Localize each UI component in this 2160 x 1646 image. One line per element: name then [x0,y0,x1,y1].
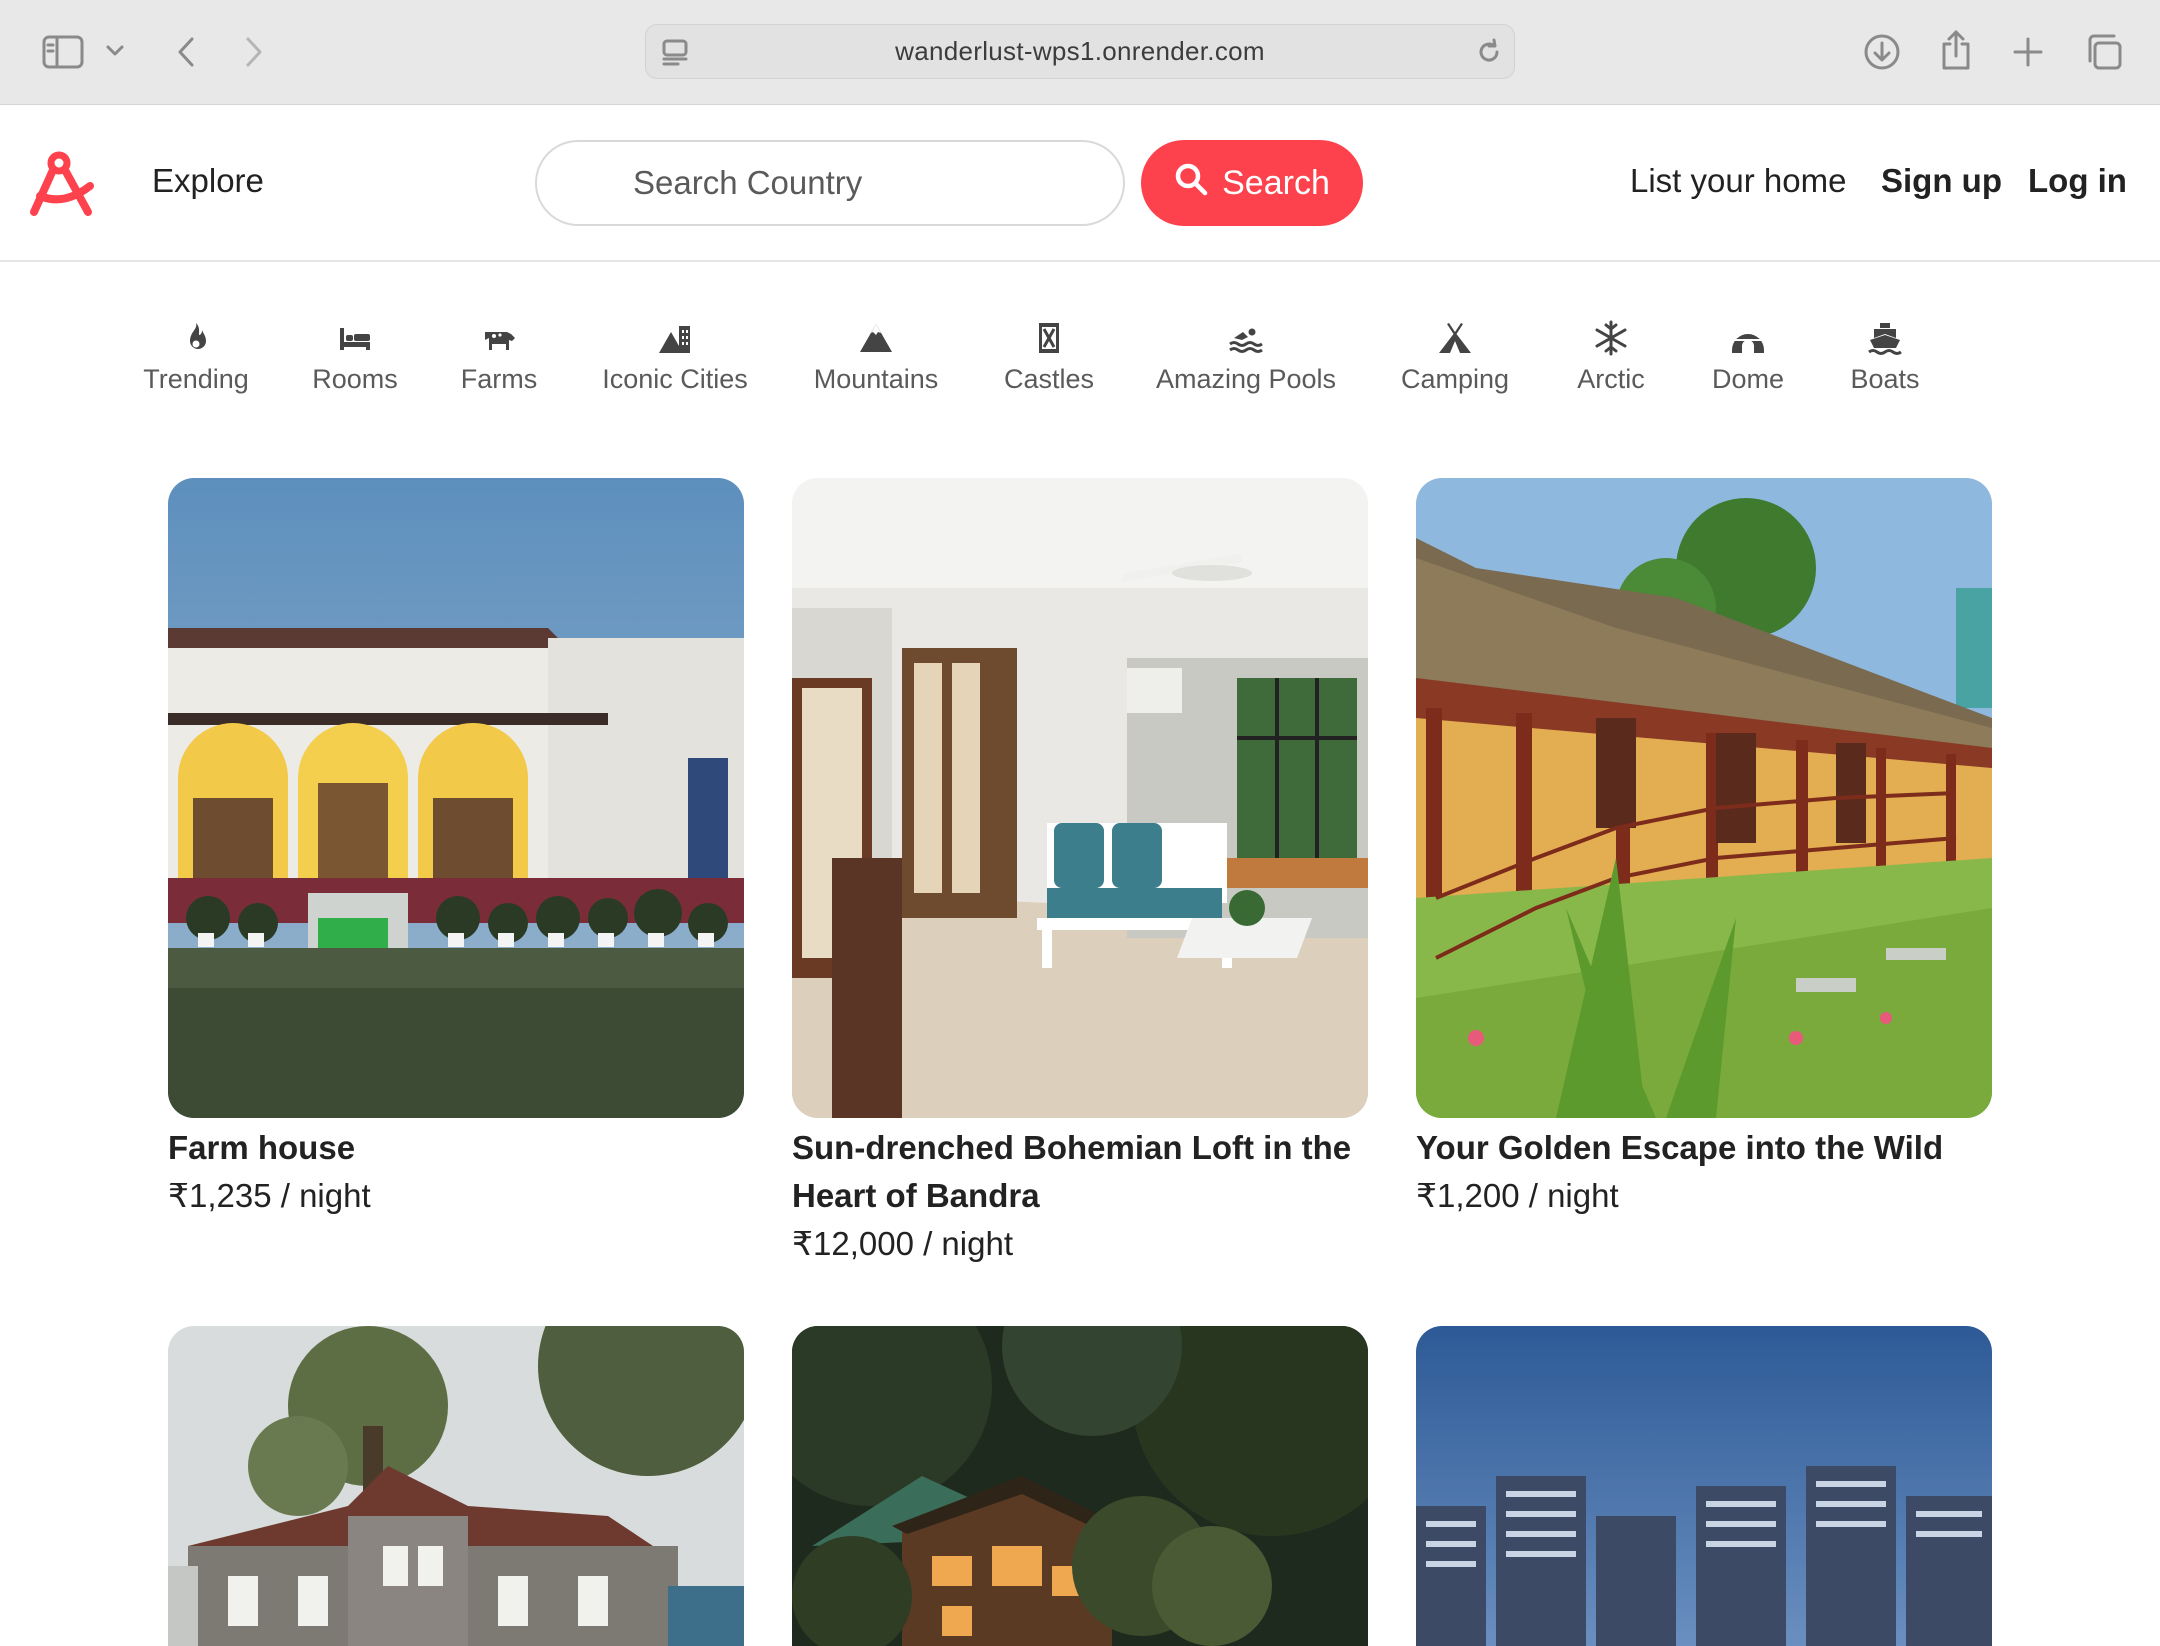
back-arrow-icon[interactable] [166,30,206,74]
listing-price: ₹12,000 / night [792,1225,1013,1262]
tent-icon [1437,320,1473,356]
bed-icon [337,320,373,356]
browser-toolbar: wanderlust-wps1.onrender.com [0,0,2160,105]
url-text[interactable]: wanderlust-wps1.onrender.com [895,36,1265,67]
listing-card[interactable]: Farm house ₹1,235 / night [168,478,744,1220]
cow-icon [481,320,517,356]
sidebar-toggle-icon[interactable] [38,30,88,74]
swimmer-icon [1228,320,1264,356]
filter-label: Castles [1003,364,1095,394]
city-icon [657,320,693,356]
castle-icon [1031,320,1067,356]
listing-price: ₹1,235 / night [168,1177,371,1214]
search-button[interactable]: Search [1141,140,1363,226]
filter-label: Camping [1400,364,1510,394]
listing-title[interactable]: Sun-drenched Bohemian Loft in the Heart … [792,1124,1368,1220]
sign-up-link[interactable]: Sign up [1881,162,2002,200]
listing-image-bohemian-loft[interactable] [792,478,1368,1118]
listing-image-apartment-towers[interactable] [1416,1326,1992,1646]
listing-price: ₹1,200 / night [1416,1177,1619,1214]
listing-image-farmhouse[interactable] [168,478,744,1118]
mountain-icon [858,320,894,356]
ship-icon [1867,320,1903,356]
listing-image-golden-escape[interactable] [1416,478,1992,1118]
igloo-icon [1730,320,1766,356]
filter-amazing-pools[interactable]: Amazing Pools [1136,320,1356,395]
listing-card[interactable] [792,1326,1368,1646]
chevron-down-icon[interactable] [100,36,130,66]
listing-card[interactable]: Sun-drenched Bohemian Loft in the Heart … [792,478,1368,1268]
forward-arrow-icon[interactable] [234,30,274,74]
filter-label: Amazing Pools [1155,364,1337,394]
filter-label: Arctic [1577,364,1645,394]
filter-label: Rooms [312,364,398,394]
filter-label: Mountains [813,364,939,394]
fire-icon [178,320,214,356]
log-in-link[interactable]: Log in [2028,162,2127,200]
list-your-home-link[interactable]: List your home [1630,162,1846,200]
listing-card[interactable] [168,1326,744,1646]
search-country-input[interactable] [535,140,1125,226]
explore-link[interactable]: Explore [152,162,264,200]
filter-label: Farms [460,364,538,394]
filter-castles[interactable]: Castles [939,320,1159,395]
search-button-label: Search [1222,163,1330,202]
compass-logo-icon[interactable] [28,146,102,220]
reload-icon[interactable] [1474,37,1504,72]
share-icon[interactable] [1934,26,1978,74]
site-navbar: Explore Search List your home Sign up Lo… [0,106,2160,262]
listing-card[interactable]: Your Golden Escape into the Wild ₹1,200 … [1416,478,1992,1220]
listing-title[interactable]: Your Golden Escape into the Wild [1416,1124,1992,1172]
filter-label: Boats [1850,364,1920,394]
listing-title[interactable]: Farm house [168,1124,744,1172]
filter-boats[interactable]: Boats [1775,320,1995,395]
listing-image-stone-house[interactable] [168,1326,744,1646]
reader-icon[interactable] [660,37,690,72]
address-bar[interactable]: wanderlust-wps1.onrender.com [645,24,1515,79]
new-tab-icon[interactable] [2006,30,2050,74]
filter-iconic-cities[interactable]: Iconic Cities [565,320,785,395]
download-icon[interactable] [1860,30,1904,74]
filter-label: Dome [1711,364,1785,394]
tab-overview-icon[interactable] [2082,30,2126,74]
listing-card[interactable] [1416,1326,1992,1646]
listing-image-forest-cabin[interactable] [792,1326,1368,1646]
filter-label: Iconic Cities [602,364,748,394]
category-filters: Trending Rooms Farms Iconic Cities Mount… [0,320,2160,420]
search-icon [1174,162,1208,205]
filter-label: Trending [143,364,249,394]
snowflake-icon [1593,320,1629,356]
